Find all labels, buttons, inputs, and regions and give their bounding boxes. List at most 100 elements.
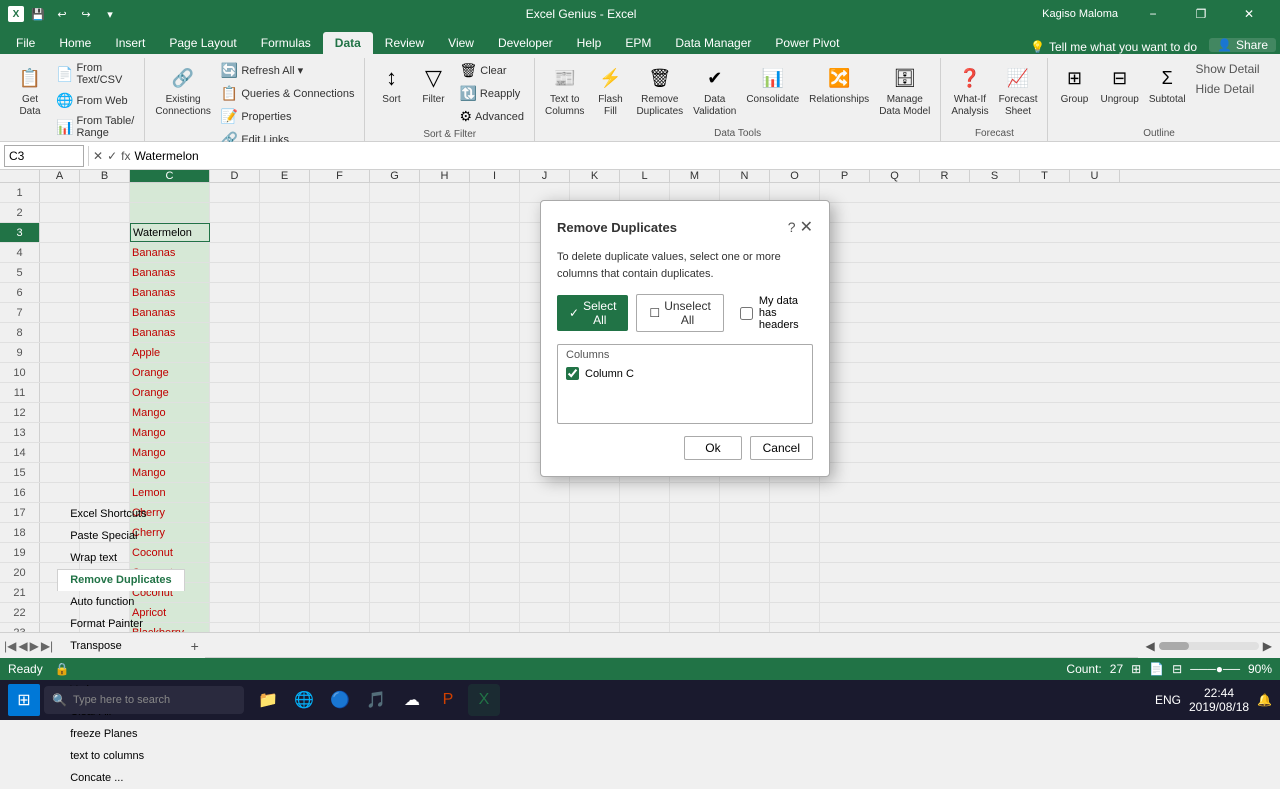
cell[interactable] (310, 583, 370, 602)
cell[interactable] (80, 403, 130, 422)
cell[interactable] (570, 523, 620, 542)
refresh-all-button[interactable]: 🔄 Refresh All ▾ (217, 60, 359, 81)
col-header-s[interactable]: S (970, 170, 1020, 182)
row-number[interactable]: 9 (0, 343, 40, 362)
cell[interactable] (570, 563, 620, 582)
cell[interactable] (470, 543, 520, 562)
row-number[interactable]: 14 (0, 443, 40, 462)
cell[interactable] (420, 443, 470, 462)
cell[interactable] (260, 603, 310, 622)
cancel-button[interactable]: Cancel (750, 436, 813, 460)
cell[interactable] (620, 563, 670, 582)
row-number[interactable]: 4 (0, 243, 40, 262)
sheet-nav-next[interactable]: ▶ (30, 639, 39, 653)
cell[interactable] (40, 183, 80, 202)
cell[interactable] (370, 563, 420, 582)
cell[interactable] (520, 543, 570, 562)
column-c-checkbox[interactable] (566, 367, 579, 380)
tab-data-manager[interactable]: Data Manager (663, 32, 763, 54)
show-detail-button[interactable]: Show Detail (1192, 60, 1264, 78)
cell[interactable] (720, 623, 770, 632)
cell[interactable] (670, 563, 720, 582)
advanced-button[interactable]: ⚙ Advanced (455, 106, 528, 127)
col-header-f[interactable]: F (310, 170, 370, 182)
cell[interactable] (260, 303, 310, 322)
cell[interactable]: Bananas (130, 303, 210, 322)
group-button[interactable]: ⊞ Group (1054, 60, 1094, 108)
cell[interactable] (80, 283, 130, 302)
cell[interactable] (40, 223, 80, 242)
taskbar-onedrive[interactable]: ☁ (396, 684, 428, 716)
row-number[interactable]: 1 (0, 183, 40, 202)
cell[interactable] (620, 483, 670, 502)
cell[interactable] (260, 583, 310, 602)
col-header-m[interactable]: M (670, 170, 720, 182)
cell[interactable] (260, 223, 310, 242)
cell[interactable] (370, 503, 420, 522)
sheet-nav-first[interactable]: |◀ (4, 639, 16, 653)
cell[interactable]: Watermelon (130, 223, 210, 242)
flash-fill-button[interactable]: ⚡ FlashFill (590, 60, 630, 120)
cell[interactable] (370, 363, 420, 382)
cell[interactable] (210, 183, 260, 202)
cell[interactable] (210, 203, 260, 222)
cell[interactable] (470, 503, 520, 522)
cell[interactable] (420, 403, 470, 422)
col-header-i[interactable]: I (470, 170, 520, 182)
horizontal-scrollbar[interactable] (1159, 642, 1259, 650)
ok-button[interactable]: Ok (684, 436, 741, 460)
cell[interactable] (40, 263, 80, 282)
sheet-nav-last[interactable]: ▶| (41, 639, 53, 653)
row-number[interactable]: 16 (0, 483, 40, 502)
tab-insert[interactable]: Insert (103, 32, 157, 54)
cell[interactable] (470, 303, 520, 322)
cell[interactable] (40, 483, 80, 502)
cell[interactable] (310, 423, 370, 442)
cell[interactable] (420, 603, 470, 622)
cell[interactable] (40, 323, 80, 342)
cell[interactable] (470, 403, 520, 422)
col-header-c[interactable]: C (130, 170, 210, 182)
cell[interactable] (570, 543, 620, 562)
cell[interactable] (770, 483, 820, 502)
cell[interactable] (570, 603, 620, 622)
cell[interactable] (40, 203, 80, 222)
start-button[interactable]: ⊞ (8, 684, 40, 716)
tab-page-layout[interactable]: Page Layout (157, 32, 248, 54)
cell[interactable] (260, 383, 310, 402)
row-number[interactable]: 20 (0, 563, 40, 582)
subtotal-button[interactable]: Σ Subtotal (1145, 60, 1190, 108)
cell[interactable] (310, 323, 370, 342)
cell[interactable] (370, 483, 420, 502)
cell[interactable] (310, 483, 370, 502)
cell[interactable] (370, 603, 420, 622)
cell[interactable] (670, 483, 720, 502)
cell[interactable] (770, 583, 820, 602)
share-button[interactable]: 👤 Share (1209, 38, 1276, 52)
cell[interactable] (370, 223, 420, 242)
cell[interactable] (260, 203, 310, 222)
cell-reference-box[interactable]: C3 (4, 145, 84, 167)
tab-view[interactable]: View (436, 32, 486, 54)
cell[interactable]: Mango (130, 403, 210, 422)
cell[interactable] (370, 243, 420, 262)
sort-button[interactable]: ↕ Sort (371, 60, 411, 108)
cell[interactable] (260, 243, 310, 262)
cell[interactable] (260, 283, 310, 302)
cell[interactable] (260, 343, 310, 362)
minimize-btn[interactable]: − (1130, 0, 1176, 28)
cell[interactable] (80, 363, 130, 382)
cell[interactable] (420, 383, 470, 402)
cell[interactable] (770, 603, 820, 622)
undo-quick-btn[interactable]: ↩ (52, 4, 72, 24)
cell[interactable] (420, 343, 470, 362)
cell[interactable] (80, 263, 130, 282)
cell[interactable] (260, 623, 310, 632)
col-header-e[interactable]: E (260, 170, 310, 182)
cell[interactable] (260, 423, 310, 442)
tab-developer[interactable]: Developer (486, 32, 565, 54)
row-number[interactable]: 18 (0, 523, 40, 542)
cell[interactable] (210, 523, 260, 542)
cell[interactable] (210, 443, 260, 462)
consolidate-button[interactable]: 📊 Consolidate (742, 60, 803, 108)
